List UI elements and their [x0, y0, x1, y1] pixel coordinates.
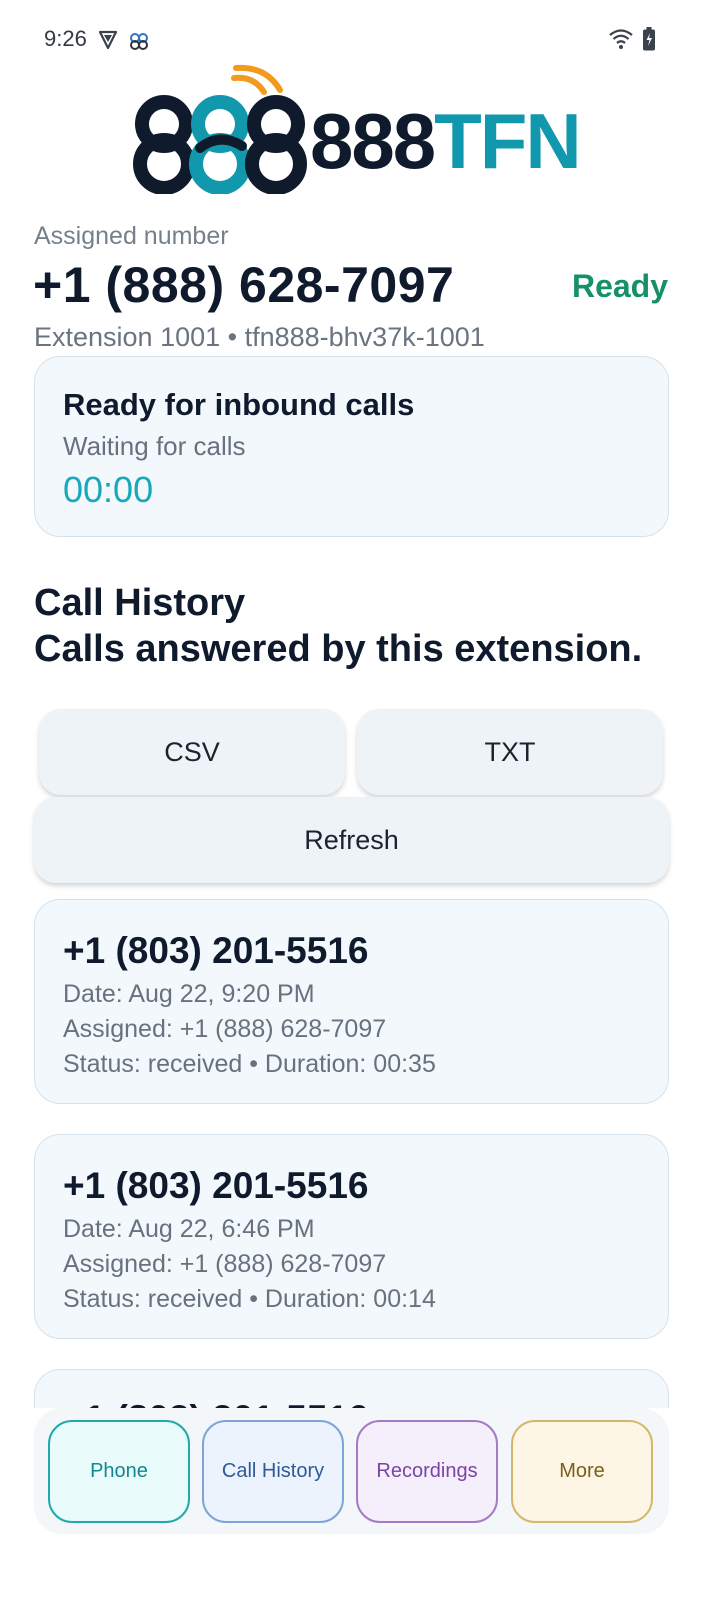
nav-recordings[interactable]: Recordings: [356, 1420, 498, 1523]
call-status-title: Ready for inbound calls: [63, 387, 415, 422]
call-history-item[interactable]: +1 (803) 201-5516 Date: Aug 22, 6:46 PM …: [34, 1134, 669, 1339]
assigned-number: +1 (888) 628-7097: [33, 257, 455, 313]
shield-icon: [97, 29, 119, 56]
call-status-duration: Status: received • Duration: 00:14: [63, 1285, 436, 1313]
status-badge: Ready: [571, 268, 668, 304]
nav-call-history[interactable]: Call History: [202, 1420, 344, 1523]
phone-loop-logo-icon: [133, 64, 307, 194]
call-timer: 00:00: [63, 469, 154, 510]
caller-number: +1 (803) 201-5516: [63, 1398, 369, 1408]
call-date: Date: Aug 22, 6:46 PM: [63, 1215, 315, 1243]
refresh-button[interactable]: Refresh: [34, 797, 669, 883]
call-history-title: Call History: [34, 582, 246, 624]
call-assigned-number: Assigned: +1 (888) 628-7097: [63, 1250, 387, 1278]
export-txt-button[interactable]: TXT: [357, 709, 663, 795]
wifi-icon: [608, 28, 634, 55]
call-status-card: Ready for inbound calls Waiting for call…: [34, 356, 669, 537]
brand-logo: 888TFN: [130, 62, 582, 194]
call-date: Date: Aug 22, 9:20 PM: [63, 980, 315, 1008]
assigned-number-label: Assigned number: [34, 222, 229, 250]
bottom-navigation: Phone Call History Recordings More: [34, 1408, 669, 1534]
call-history-item[interactable]: +1 (803) 201-5516: [34, 1369, 669, 1408]
call-status-subtitle: Waiting for calls: [63, 431, 246, 461]
caller-number: +1 (803) 201-5516: [63, 930, 369, 971]
call-history-subtitle: Calls answered by this extension.: [34, 628, 643, 670]
call-status-duration: Status: received • Duration: 00:35: [63, 1050, 436, 1078]
call-assigned-number: Assigned: +1 (888) 628-7097: [63, 1015, 387, 1043]
app-notification-icon: [128, 30, 150, 57]
call-history-item[interactable]: +1 (803) 201-5516 Date: Aug 22, 9:20 PM …: [34, 899, 669, 1104]
brand-wordmark: 888TFN: [310, 96, 582, 186]
nav-phone[interactable]: Phone: [48, 1420, 190, 1523]
export-csv-button[interactable]: CSV: [39, 709, 345, 795]
extension-info: Extension 1001 • tfn888-bhv37k-1001: [34, 322, 485, 352]
brand-wordmark-dark: 888: [310, 97, 436, 185]
nav-more[interactable]: More: [511, 1420, 653, 1523]
caller-number: +1 (803) 201-5516: [63, 1165, 369, 1206]
battery-icon: [642, 27, 656, 56]
status-time: 9:26: [44, 26, 87, 51]
brand-wordmark-accent: TFN: [434, 97, 582, 185]
